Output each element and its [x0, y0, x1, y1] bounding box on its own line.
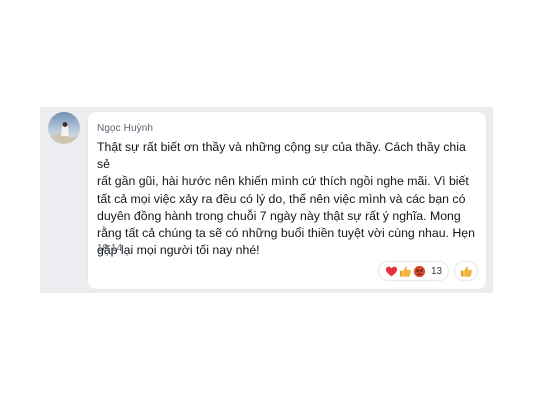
message-line: Thật sự rất biết ơn thầy và những cộng s…	[97, 140, 466, 172]
message-bubble: Ngọc Huỳnh Thật sự rất biết ơn thầy và n…	[88, 112, 486, 289]
thumbs-up-icon	[399, 266, 411, 277]
like-button[interactable]	[455, 262, 477, 280]
thumbs-up-icon	[460, 266, 472, 277]
message-timestamp: 18:14	[97, 243, 123, 254]
sender-name[interactable]: Ngọc Huỳnh	[97, 123, 153, 134]
reaction-count: 13	[431, 265, 443, 277]
heart-icon	[385, 266, 398, 276]
message-line: tất cả mọi việc xảy ra đều có lý do, thế…	[97, 191, 466, 206]
message-text: Thật sự rất biết ơn thầy và những cộng s…	[97, 139, 481, 259]
message-line: duyên đồng hành trong chuỗi 7 ngày này t…	[97, 208, 461, 223]
avatar-photo	[48, 112, 80, 144]
angry-face-icon	[413, 265, 426, 277]
avatar[interactable]	[48, 112, 80, 144]
message-line: rất gần gũi, hài hước nên khiến mình cứ …	[97, 174, 469, 189]
message-line: rằng tất cả chúng ta sẽ có những buổi th…	[97, 226, 475, 241]
reaction-summary[interactable]: 13	[379, 262, 449, 280]
